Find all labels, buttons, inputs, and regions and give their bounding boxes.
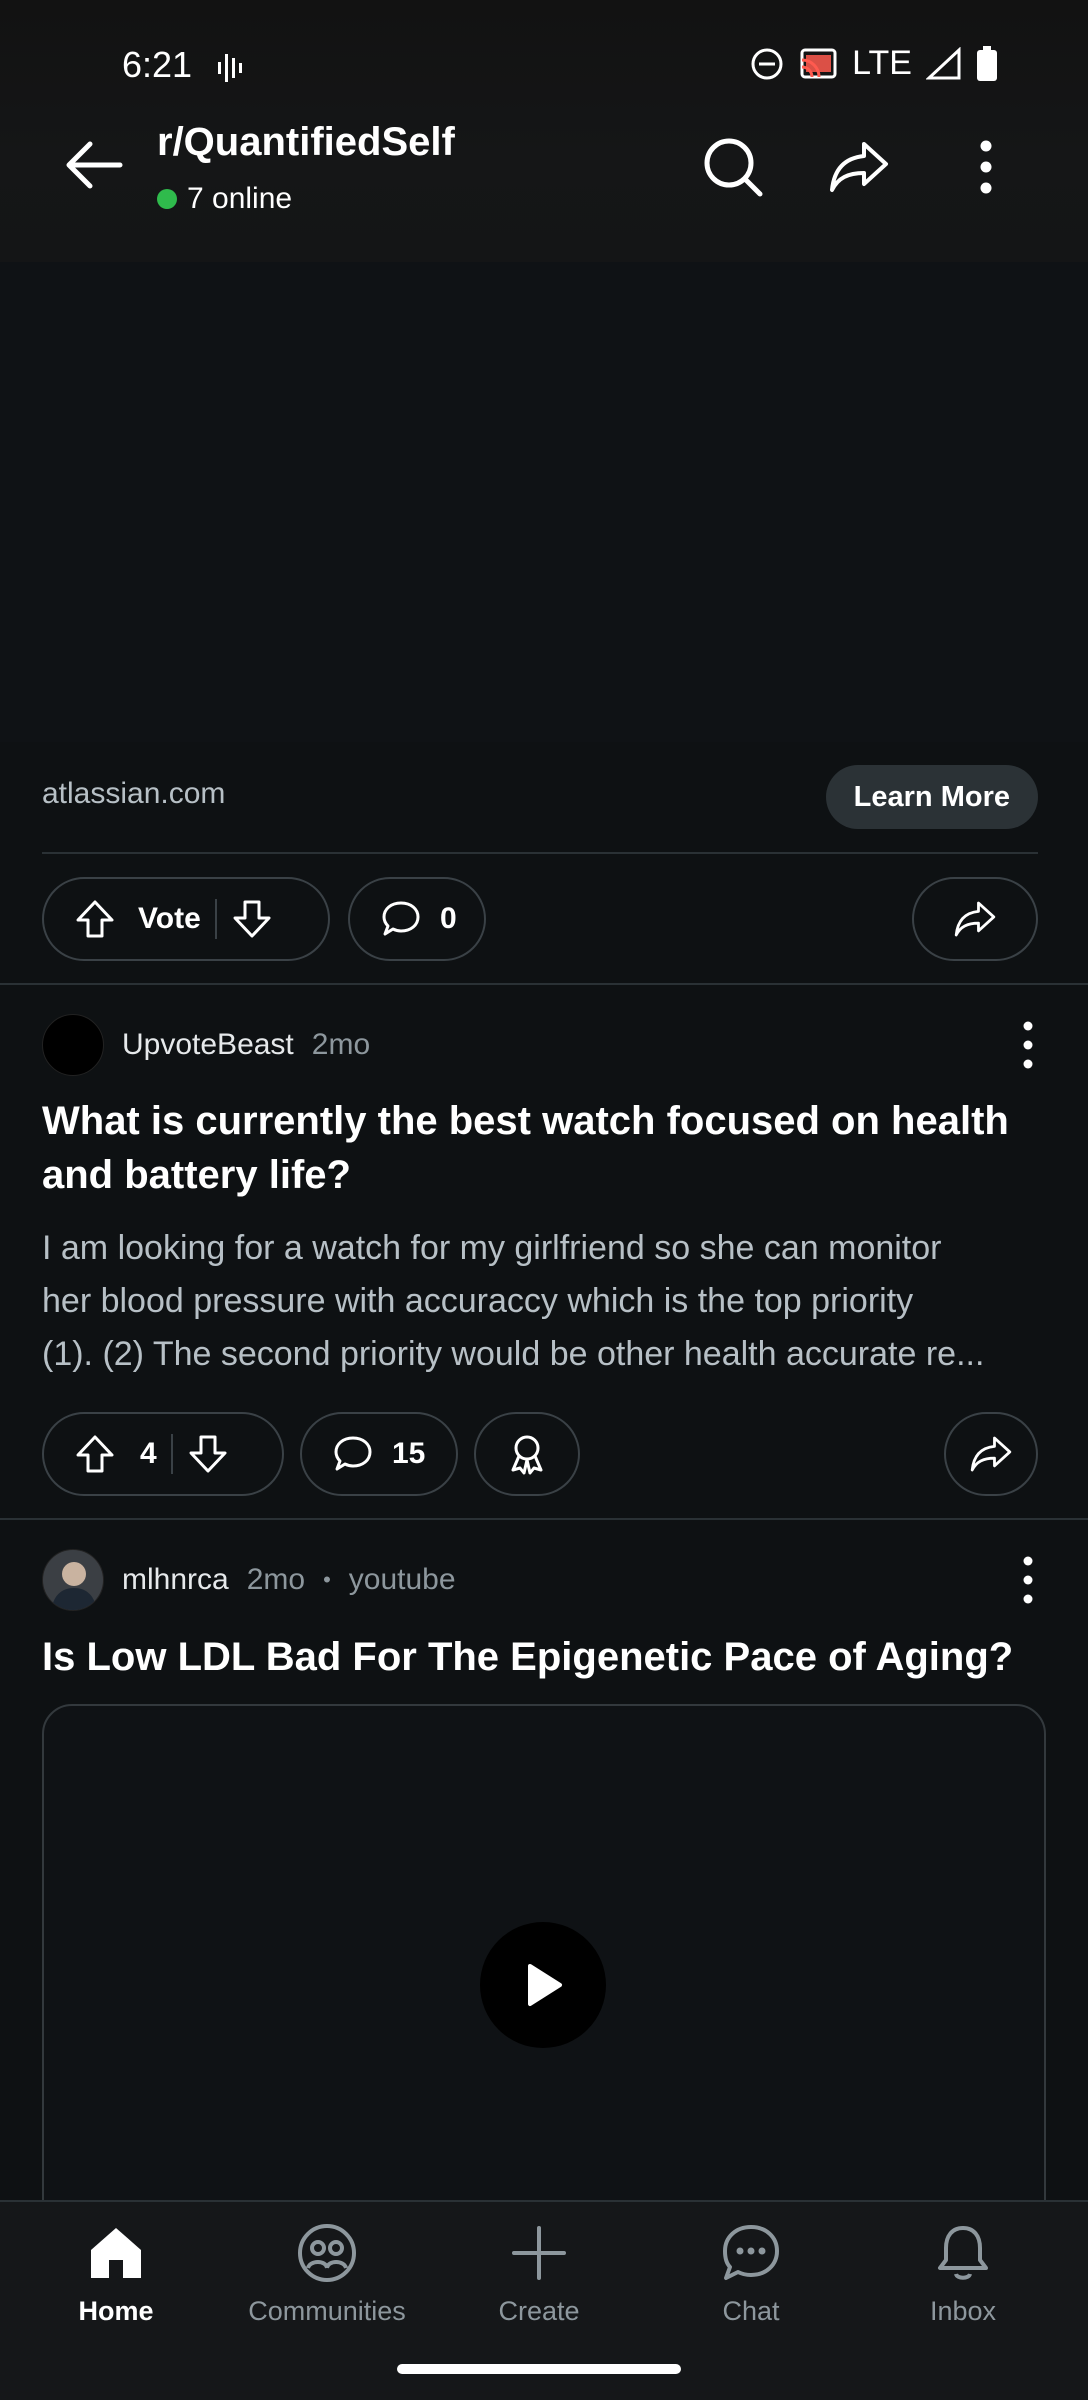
vote-separator	[170, 1434, 173, 1474]
meta-separator: •	[323, 1567, 331, 1592]
nav-label: Inbox	[929, 2296, 997, 2326]
bell-icon	[938, 2226, 988, 2280]
award-button[interactable]	[474, 1412, 580, 1496]
online-text: 7 online	[187, 182, 293, 215]
status-bar: 6:21 LTE	[0, 0, 1088, 130]
cast-icon	[800, 48, 837, 78]
post-source[interactable]: youtube	[349, 1563, 456, 1597]
status-time: 6:21	[122, 44, 193, 85]
gesture-home-bar[interactable]	[397, 2364, 681, 2374]
post-comments-button[interactable]: 15	[300, 1412, 458, 1496]
upvote-icon[interactable]	[74, 898, 116, 940]
vote-separator	[214, 899, 217, 939]
play-icon	[528, 1964, 562, 2006]
ad-domain[interactable]: atlassian.com	[42, 777, 225, 811]
more-options-icon[interactable]	[953, 134, 1019, 200]
back-arrow-icon[interactable]	[60, 130, 130, 200]
nav-communities[interactable]: Communities	[227, 2220, 427, 2350]
post-body-line: her blood pressure with accuraccy which …	[42, 1282, 914, 1320]
ad-media[interactable]	[0, 262, 1088, 742]
share-icon	[954, 901, 996, 937]
post-age: 2mo	[246, 1563, 306, 1596]
search-icon[interactable]	[700, 134, 766, 200]
status-icons: LTE	[750, 44, 998, 83]
vote-label: Vote	[138, 902, 201, 935]
home-icon	[91, 2228, 141, 2278]
upvote-icon[interactable]	[74, 1433, 116, 1475]
ad-vote-control: Vote	[42, 877, 330, 961]
post-options-icon[interactable]	[1008, 1555, 1048, 1605]
nav-label: Chat	[722, 2296, 780, 2326]
comment-count: 15	[392, 1437, 426, 1470]
online-dot-icon	[157, 189, 177, 209]
post-body[interactable]: I am looking for a watch for my girlfrie…	[42, 1222, 1052, 1381]
top-bar: 6:21 LTE r/QuantifiedSelf 7 online	[0, 0, 1088, 262]
comment-icon	[334, 1436, 372, 1471]
battery-icon	[977, 45, 997, 81]
nav-label: Communities	[248, 2296, 406, 2326]
post-title[interactable]: Is Low LDL Bad For The Epigenetic Pace o…	[42, 1630, 1042, 1684]
nav-label: Create	[498, 2296, 580, 2326]
signal-icon	[926, 46, 961, 79]
post-meta: mlhnrca 2mo • youtube	[42, 1549, 456, 1611]
play-button[interactable]	[480, 1922, 606, 2048]
nav-home[interactable]: Home	[16, 2220, 216, 2350]
award-icon	[511, 1435, 543, 1475]
dnd-icon	[751, 48, 783, 79]
learn-more-button[interactable]: Learn More	[825, 765, 1038, 829]
plus-icon	[512, 2226, 566, 2280]
post-score: 4	[140, 1437, 157, 1470]
post-author[interactable]: mlhnrca	[122, 1563, 229, 1597]
comment-count: 0	[440, 902, 457, 935]
avatar[interactable]	[42, 1549, 104, 1611]
post-divider	[0, 1518, 1088, 1520]
divider	[42, 852, 1038, 854]
post-divider	[0, 983, 1088, 985]
share-icon	[970, 1436, 1012, 1472]
network-label: LTE	[852, 44, 912, 82]
share-icon[interactable]	[826, 134, 892, 200]
subreddit-header: r/QuantifiedSelf 7 online	[0, 120, 1088, 262]
nav-label: Home	[78, 2296, 154, 2326]
ad-comments-button[interactable]: 0	[348, 877, 486, 961]
post-vote-control: 4	[42, 1412, 284, 1496]
online-count: 7 online	[157, 182, 292, 216]
downvote-icon[interactable]	[231, 898, 273, 940]
avatar[interactable]	[42, 1014, 104, 1076]
ad-share-button[interactable]	[912, 877, 1038, 961]
post-title[interactable]: What is currently the best watch focused…	[42, 1094, 1042, 1202]
downvote-icon[interactable]	[187, 1433, 229, 1475]
vibrate-icon	[218, 54, 242, 82]
subreddit-title[interactable]: r/QuantifiedSelf	[157, 120, 455, 165]
communities-icon	[298, 2224, 356, 2282]
post-age: 2mo	[311, 1028, 371, 1061]
post-body-line: I am looking for a watch for my girlfrie…	[42, 1229, 942, 1267]
post-meta: UpvoteBeast 2mo	[42, 1014, 370, 1076]
post-author[interactable]: UpvoteBeast	[122, 1028, 294, 1062]
comment-icon	[382, 901, 420, 936]
nav-create[interactable]: Create	[439, 2220, 639, 2350]
nav-inbox[interactable]: Inbox	[863, 2220, 1063, 2350]
post-options-icon[interactable]	[1008, 1020, 1048, 1070]
avatar-photo	[43, 1550, 103, 1610]
chat-icon	[723, 2225, 779, 2280]
nav-chat[interactable]: Chat	[651, 2220, 851, 2350]
post-share-button[interactable]	[944, 1412, 1038, 1496]
post-body-line: (1). (2) The second priority would be ot…	[42, 1335, 985, 1373]
